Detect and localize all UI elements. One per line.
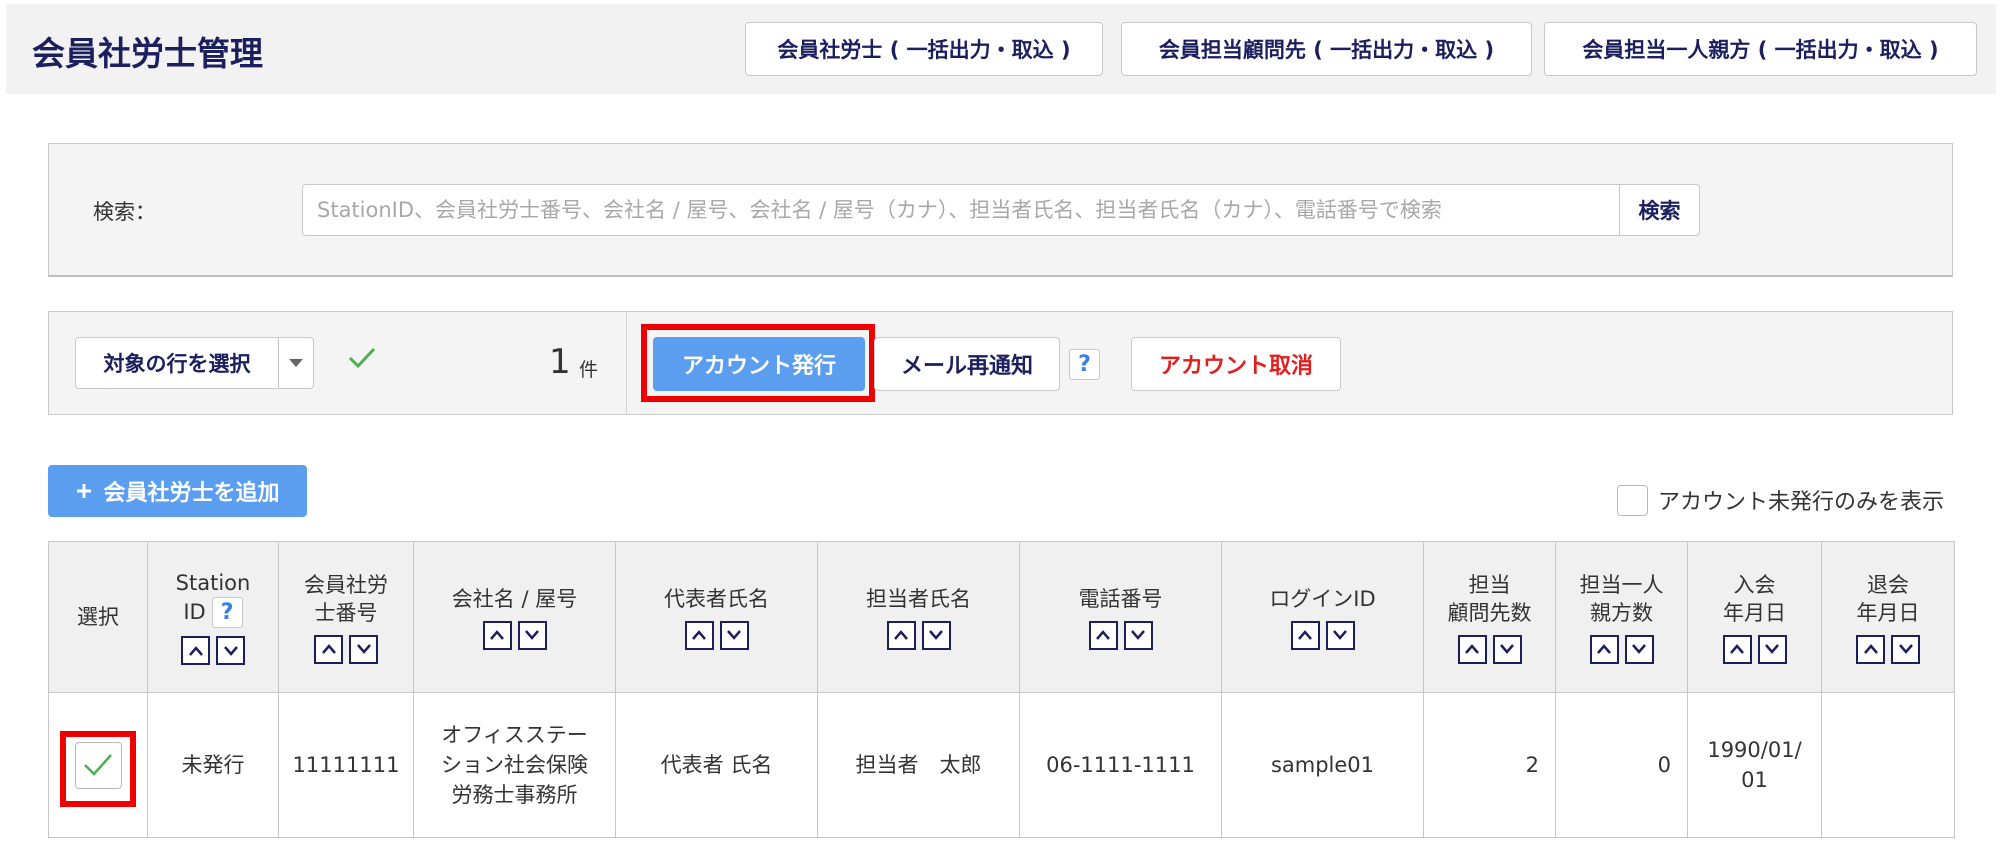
col-solo: 担当一人 親方数 — [1555, 541, 1688, 693]
leave-date-cell — [1821, 692, 1955, 838]
table-header-row: 選択 Station ID? 会員社労 士番号 会社名 / 屋号 代表者氏名 担… — [48, 541, 1955, 693]
add-member-button[interactable]: 会員社労士を追加 — [48, 465, 307, 517]
add-member-label: 会員社労士を追加 — [103, 481, 280, 506]
select-cell — [48, 692, 148, 838]
issue-account-button[interactable]: アカウント発行 — [653, 337, 865, 391]
sort-desc-icon[interactable] — [1757, 634, 1787, 664]
col-leave-date: 退会 年月日 — [1821, 541, 1955, 693]
sort-asc-icon[interactable] — [181, 636, 210, 665]
select-rows-dropdown[interactable]: 対象の行を選択 — [75, 337, 314, 389]
search-button[interactable]: 検索 — [1619, 184, 1700, 236]
sort-desc-icon[interactable] — [216, 636, 245, 665]
sort-asc-icon[interactable] — [482, 620, 512, 650]
col-rep-name: 代表者氏名 — [615, 541, 818, 693]
sort-desc-icon[interactable] — [921, 620, 951, 650]
selected-count: 1 — [549, 342, 571, 382]
sort-asc-icon[interactable] — [886, 620, 916, 650]
login-id-cell: sample01 — [1221, 692, 1424, 838]
sort-desc-icon[interactable] — [1624, 634, 1654, 664]
sort-asc-icon[interactable] — [1589, 634, 1619, 664]
sort-asc-icon[interactable] — [1088, 620, 1118, 650]
unissued-filter[interactable]: アカウント未発行のみを表示 — [1617, 484, 1944, 516]
member-table: 選択 Station ID? 会員社労 士番号 会社名 / 屋号 代表者氏名 担… — [48, 541, 1955, 838]
search-panel: 検索： 検索 — [48, 143, 1953, 277]
sort-desc-icon[interactable] — [1492, 634, 1522, 664]
sort-desc-icon[interactable] — [1123, 620, 1153, 650]
sort-asc-icon[interactable] — [1290, 620, 1320, 650]
solo-cell: 0 — [1555, 692, 1688, 838]
caret-down-icon[interactable] — [279, 338, 313, 388]
select-rows-label: 対象の行を選択 — [76, 338, 279, 388]
col-station-id: Station ID? — [147, 541, 279, 693]
sort-desc-icon[interactable] — [517, 620, 547, 650]
company-cell: オフィスステー ション社会保険 労務士事務所 — [413, 692, 616, 838]
sort-asc-icon[interactable] — [1457, 634, 1487, 664]
col-login-id: ログインID — [1221, 541, 1424, 693]
sort-asc-icon[interactable] — [1722, 634, 1752, 664]
sort-desc-icon[interactable] — [1891, 634, 1920, 664]
resend-mail-button[interactable]: メール再通知 — [874, 337, 1060, 391]
col-join-date: 入会 年月日 — [1687, 541, 1822, 693]
col-contact-name: 担当者氏名 — [817, 541, 1020, 693]
member-no-cell: 11111111 — [278, 692, 414, 838]
col-member-no: 会員社労 士番号 — [278, 541, 414, 693]
help-icon[interactable]: ? — [1069, 349, 1100, 380]
advisors-cell: 2 — [1423, 692, 1556, 838]
sort-asc-icon[interactable] — [684, 620, 714, 650]
sort-asc-icon[interactable] — [314, 634, 343, 664]
sort-asc-icon[interactable] — [1856, 634, 1885, 664]
plus-icon — [77, 484, 92, 498]
sort-desc-icon[interactable] — [349, 634, 378, 664]
station-id-help-icon[interactable]: ? — [211, 597, 243, 628]
col-advisors: 担当 顧問先数 — [1423, 541, 1556, 693]
page-header: 会員社労士管理 会員社労士 ( 一括出力・取込 ) 会員担当顧問先 ( 一括出力… — [6, 4, 1996, 94]
rep-name-cell: 代表者 氏名 — [615, 692, 818, 838]
highlight-frame — [60, 731, 136, 807]
col-company: 会社名 / 屋号 — [413, 541, 616, 693]
search-input[interactable] — [302, 184, 1619, 236]
member-bulk-io-button[interactable]: 会員社労士 ( 一括出力・取込 ) — [745, 22, 1103, 76]
search-label: 検索： — [93, 200, 156, 224]
phone-cell: 06-1111-1111 — [1019, 692, 1222, 838]
action-panel: 対象の行を選択 1 件 アカウント発行 メール再通知 ? アカウント取消 — [48, 311, 1953, 415]
page-title: 会員社労士管理 — [32, 34, 263, 73]
solo-bulk-io-button[interactable]: 会員担当一人親方 ( 一括出力・取込 ) — [1544, 22, 1977, 76]
contact-name-cell: 担当者 太郎 — [817, 692, 1020, 838]
sort-desc-icon[interactable] — [719, 620, 749, 650]
join-date-cell: 1990/01/ 01 — [1687, 692, 1822, 838]
station-id-cell: 未発行 — [147, 692, 279, 838]
cancel-account-button[interactable]: アカウント取消 — [1131, 337, 1341, 391]
divider — [626, 312, 627, 414]
unissued-filter-checkbox[interactable] — [1617, 484, 1648, 516]
check-icon — [347, 344, 377, 377]
table-row: 未発行 11111111 オフィスステー ション社会保険 労務士事務所 代表者 … — [48, 692, 1955, 838]
col-phone: 電話番号 — [1019, 541, 1222, 693]
client-bulk-io-button[interactable]: 会員担当顧問先 ( 一括出力・取込 ) — [1121, 22, 1532, 76]
unissued-filter-label: アカウント未発行のみを表示 — [1658, 490, 1945, 515]
col-select: 選択 — [48, 541, 148, 693]
selected-count-unit: 件 — [579, 359, 599, 381]
sort-desc-icon[interactable] — [1325, 620, 1355, 650]
